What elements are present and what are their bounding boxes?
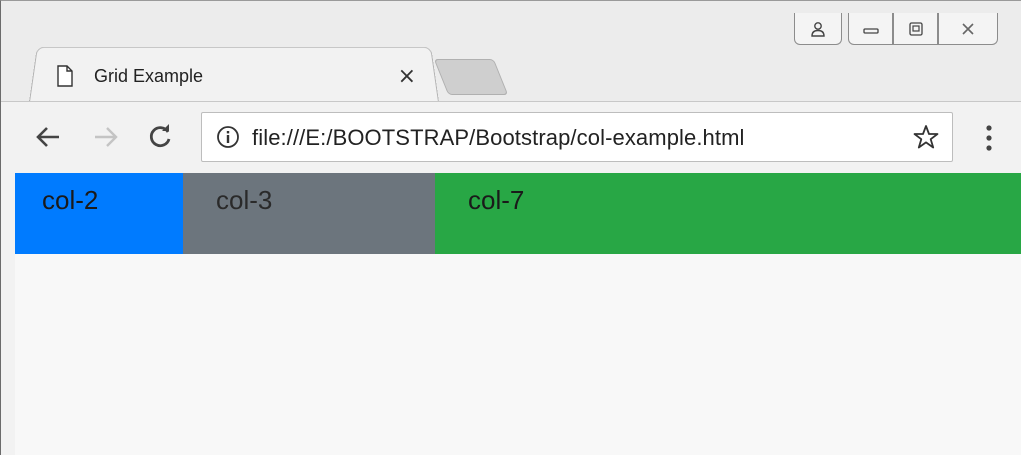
more-vertical-icon[interactable] — [979, 122, 999, 154]
browser-window: Grid Example × file:///E:/BOOTSTRAP/Boot… — [0, 0, 1021, 455]
close-window-button[interactable] — [938, 13, 998, 45]
minimize-button[interactable] — [848, 13, 893, 45]
person-icon — [811, 21, 825, 37]
reload-icon — [149, 124, 171, 148]
new-tab-button[interactable] — [433, 59, 509, 95]
grid-col-2: col-2 — [15, 173, 183, 254]
back-arrow-icon — [36, 127, 59, 147]
info-icon[interactable] — [216, 125, 240, 149]
minimize-icon — [862, 27, 879, 34]
grid-row: col-2 col-3 col-7 — [15, 173, 1021, 254]
profile-button[interactable] — [794, 13, 842, 45]
restore-icon — [908, 21, 923, 36]
grid-col-7: col-7 — [435, 173, 1021, 254]
toolbar: file:///E:/BOOTSTRAP/Bootstrap/col-examp… — [1, 101, 1021, 173]
url-text[interactable]: file:///E:/BOOTSTRAP/Bootstrap/col-examp… — [252, 125, 745, 151]
page-content: col-2 col-3 col-7 — [15, 173, 1021, 455]
reload-button[interactable] — [143, 120, 177, 154]
star-icon[interactable] — [912, 123, 940, 151]
tab-close-button[interactable]: × — [398, 64, 416, 89]
back-button[interactable] — [31, 120, 65, 154]
window-controls — [794, 13, 998, 47]
close-icon — [962, 22, 974, 35]
tab-title: Grid Example — [94, 65, 204, 86]
maximize-button[interactable] — [893, 13, 938, 45]
forward-arrow-icon — [95, 127, 118, 147]
forward-button[interactable] — [89, 120, 123, 154]
page-icon — [57, 65, 73, 87]
address-bar[interactable]: file:///E:/BOOTSTRAP/Bootstrap/col-examp… — [201, 112, 953, 162]
title-bar: Grid Example × — [1, 1, 1021, 102]
tab-content: Grid Example × — [56, 56, 416, 96]
grid-col-3: col-3 — [183, 173, 435, 254]
